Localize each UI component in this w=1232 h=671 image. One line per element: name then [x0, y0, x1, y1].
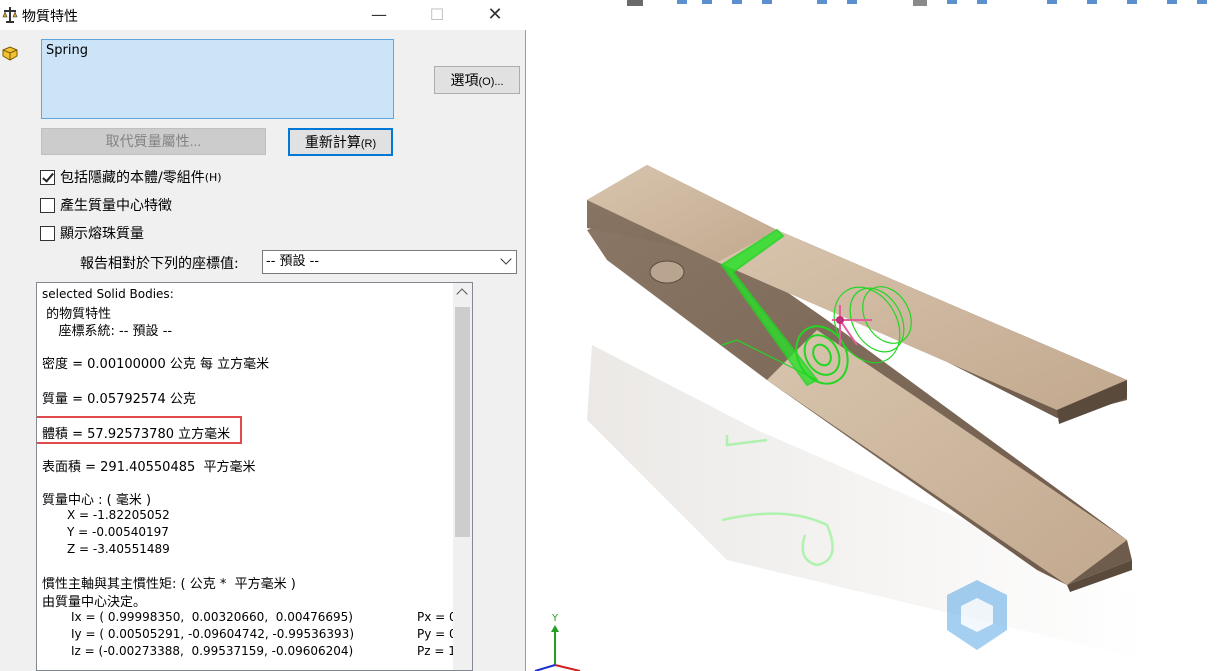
scale-icon — [2, 7, 18, 23]
axis-triad-icon: Y — [534, 613, 581, 671]
minimize-button[interactable]: — — [356, 0, 402, 30]
dialog-title: 物質特性 — [22, 9, 78, 25]
ix-value: Ix = ( 0.99998350, 0.00320660, 0.0047669… — [71, 610, 353, 624]
vertical-scrollbar[interactable] — [453, 283, 472, 670]
weld-bead-label: 顯示熔珠質量 — [60, 226, 144, 242]
com-y: Y = -0.00540197 — [67, 525, 169, 539]
create-com-label: 產生質量中心特徵 — [60, 198, 172, 214]
results-textbox[interactable]: selected Solid Bodies: 的物質特性 座標系統: -- 預設… — [36, 282, 473, 671]
selection-list[interactable]: Spring — [41, 39, 394, 119]
inertia-subtitle: 由質量中心決定。 — [42, 595, 147, 610]
include-hidden-checkbox[interactable]: 包括隱藏的本體/零組件 (H) — [40, 167, 222, 187]
checkbox-unchecked[interactable] — [40, 225, 55, 241]
maximize-button[interactable]: ☐ — [414, 0, 460, 30]
show-weld-bead-checkbox[interactable]: 顯示熔珠質量 — [40, 223, 144, 243]
inertia-title: 慣性主軸與其主慣性矩: ( 公克 * 平方毫米 ) — [42, 577, 296, 592]
graphics-viewport[interactable]: Y — [527, 0, 1232, 671]
recalculate-button[interactable]: 重新計算(R) — [288, 128, 393, 156]
coord-system-select[interactable]: -- 預設 -- — [262, 250, 517, 274]
iz-value: Iz = (-0.00273388, 0.99537159, -0.096062… — [71, 644, 354, 658]
include-hidden-shortcut: (H) — [204, 170, 222, 184]
scroll-thumb[interactable] — [455, 307, 470, 537]
results-line: 座標系統: -- 預設 -- — [42, 324, 173, 339]
px-value: Px = 0 — [417, 610, 457, 624]
selection-icon — [2, 46, 18, 61]
iy-value: Iy = ( 0.00505291, -0.09604742, -0.99536… — [71, 627, 355, 641]
create-com-feature-checkbox[interactable]: 產生質量中心特徵 — [40, 195, 172, 215]
options-button[interactable]: 選項(O)... — [434, 66, 520, 94]
cube-logo — [947, 580, 1007, 650]
chevron-down-icon — [500, 253, 512, 265]
pz-value: Pz = 1 — [417, 644, 456, 658]
options-shortcut: (O)... — [478, 76, 504, 88]
com-z: Z = -3.40551489 — [67, 542, 170, 556]
py-value: Py = 0 — [417, 627, 457, 641]
scroll-up-icon[interactable] — [456, 288, 468, 300]
surface-area-value: 表面積 = 291.40550485 平方毫米 — [42, 460, 256, 475]
coord-system-label: 報告相對於下列的座標值: — [80, 256, 239, 272]
checkbox-checked[interactable] — [40, 169, 55, 185]
options-label: 選項 — [450, 72, 479, 88]
override-label: 取代質量屬性... — [105, 133, 202, 149]
clothespin-model[interactable]: Y — [527, 0, 1232, 671]
coord-system-value: -- 預設 -- — [266, 254, 320, 269]
recalculate-label: 重新計算 — [304, 134, 361, 150]
recalculate-shortcut: (R) — [360, 138, 377, 150]
density-value: 密度 = 0.00100000 公克 每 立方毫米 — [42, 357, 270, 372]
checkbox-unchecked[interactable] — [40, 197, 55, 213]
selection-item[interactable]: Spring — [46, 43, 88, 58]
include-hidden-label: 包括隱藏的本體/零組件 — [60, 170, 205, 186]
view-toolbar[interactable] — [627, 0, 1207, 6]
mass-properties-dialog: 物質特性 — ☐ ✕ Spring 選項(O)... 取代質量屬性... 重新計… — [0, 0, 526, 671]
results-line: selected Solid Bodies: — [42, 287, 174, 301]
close-button[interactable]: ✕ — [472, 0, 518, 30]
com-x: X = -1.82205052 — [67, 508, 170, 522]
mass-value: 質量 = 0.05792574 公克 — [42, 392, 196, 407]
center-of-mass-title: 質量中心 : ( 毫米 ) — [42, 493, 152, 508]
pivot-notch — [649, 260, 685, 284]
override-mass-properties-button[interactable]: 取代質量屬性... — [41, 128, 266, 155]
triad-y-label: Y — [551, 613, 559, 624]
volume-highlight-box — [37, 416, 242, 444]
title-bar[interactable]: 物質特性 — ☐ ✕ — [0, 0, 526, 30]
